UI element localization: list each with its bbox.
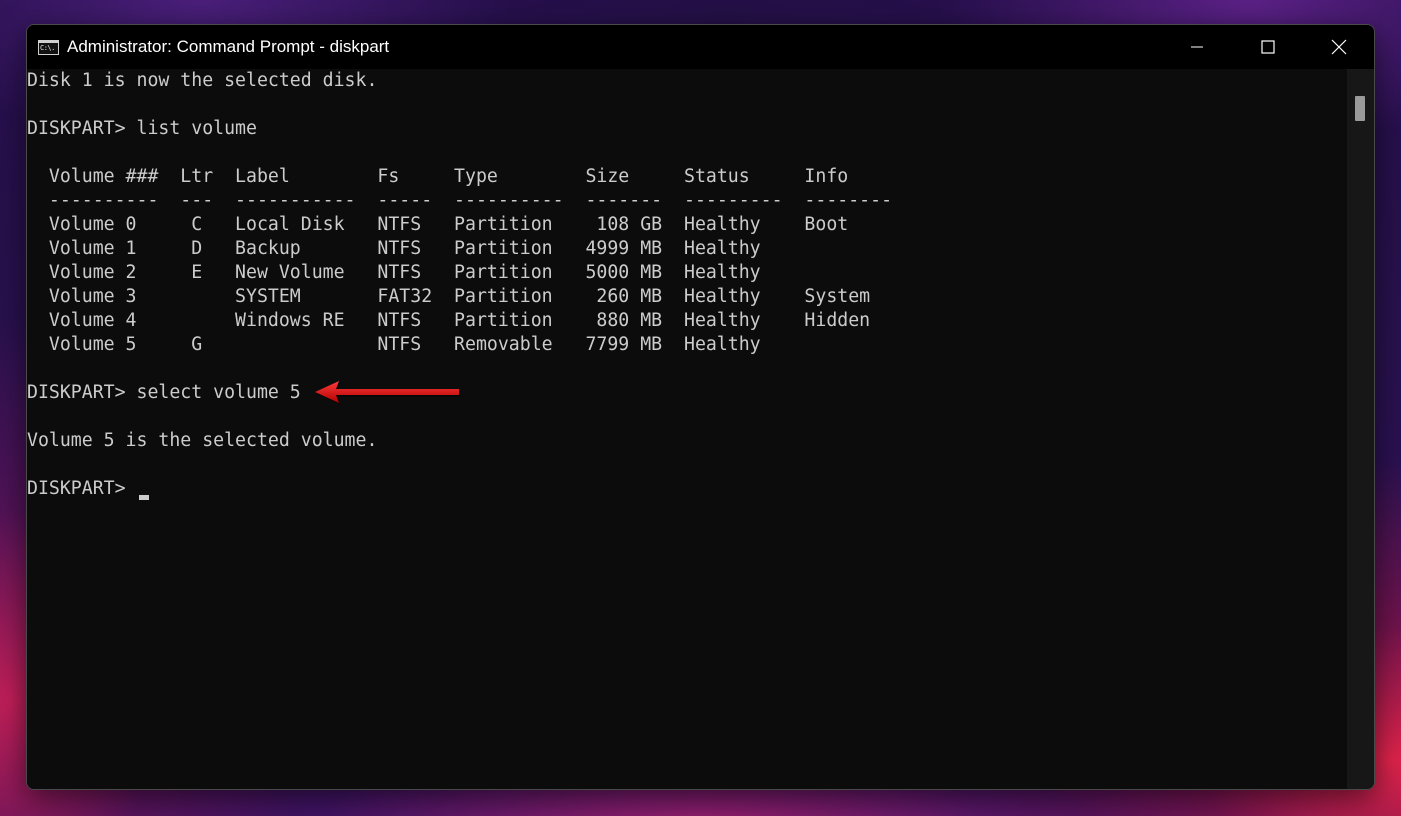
volume-table-header: Volume ### Ltr Label Fs Type Size Status… (27, 166, 849, 187)
command-prompt-icon[interactable]: C:\. (38, 39, 59, 55)
window-controls (1161, 25, 1374, 69)
maximize-icon (1260, 40, 1275, 54)
maximize-button[interactable] (1232, 25, 1303, 69)
console-line: Volume 5 is the selected volume. (27, 430, 378, 451)
select-volume-command: DISKPART> select volume 5 (27, 382, 301, 403)
vertical-scrollbar[interactable] (1347, 69, 1374, 789)
volume-table-divider: ---------- --- ----------- ----- -------… (27, 190, 893, 211)
volume-table-row: Volume 1 D Backup NTFS Partition 4999 MB… (27, 238, 761, 259)
scrollbar-thumb[interactable] (1355, 96, 1365, 121)
command-prompt-window: C:\. Administrator: Command Prompt - dis… (26, 24, 1375, 790)
volume-table-row: Volume 2 E New Volume NTFS Partition 500… (27, 262, 761, 283)
minimize-icon (1190, 46, 1203, 48)
volume-table-row: Volume 0 C Local Disk NTFS Partition 108… (27, 214, 849, 235)
app-icon-text: C:\. (40, 44, 55, 52)
title-bar[interactable]: C:\. Administrator: Command Prompt - dis… (27, 25, 1374, 69)
volume-table-row: Volume 5 G NTFS Removable 7799 MB Health… (27, 334, 761, 355)
command-prompt-line: DISKPART> (27, 478, 137, 499)
console-line: DISKPART> list volume (27, 118, 257, 139)
volume-table-row: Volume 3 SYSTEM FAT32 Partition 260 MB H… (27, 286, 871, 307)
close-button[interactable] (1303, 25, 1374, 69)
console-output[interactable]: Disk 1 is now the selected disk. DISKPAR… (27, 69, 1347, 789)
text-cursor (139, 495, 149, 500)
window-title: Administrator: Command Prompt - diskpart (67, 37, 390, 56)
console-line: Disk 1 is now the selected disk. (27, 70, 378, 91)
minimize-button[interactable] (1161, 25, 1232, 69)
close-icon (1331, 39, 1346, 55)
red-arrow-icon (315, 381, 461, 405)
volume-table-row: Volume 4 Windows RE NTFS Partition 880 M… (27, 310, 871, 331)
